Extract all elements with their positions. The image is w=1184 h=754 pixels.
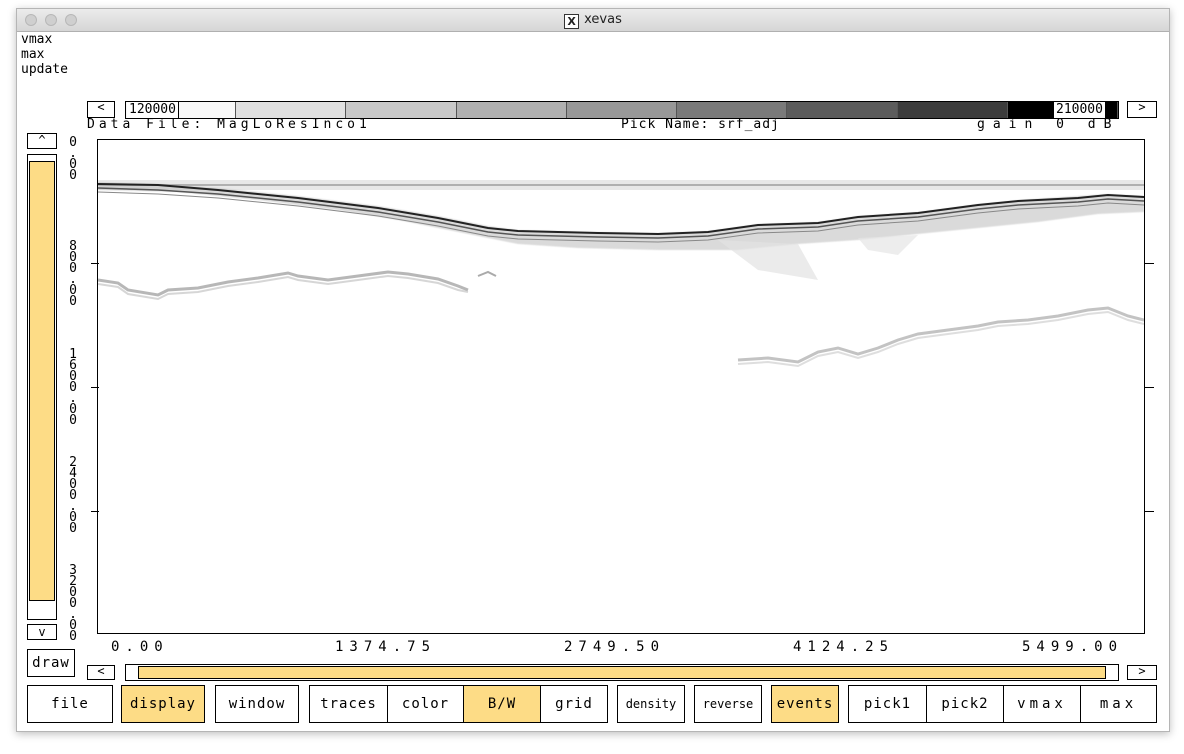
pick-group: pick1 pick2 vmax max bbox=[848, 685, 1157, 723]
y-tick-label: 0 . 0 0 bbox=[69, 135, 77, 183]
colorbar-step bbox=[566, 102, 678, 118]
vmax-button[interactable]: vmax bbox=[1004, 686, 1081, 722]
colorbar-step bbox=[456, 102, 567, 118]
pick-name-label: Pick Name: srf_adj bbox=[621, 117, 780, 132]
scroll-right-button[interactable]: > bbox=[1127, 665, 1157, 680]
x-tick-label: 1374.75 bbox=[335, 639, 437, 655]
xevas-window: Xxevas vmax max update < 120000 210000 >… bbox=[16, 8, 1170, 732]
title-bar: Xxevas bbox=[17, 9, 1169, 32]
window-title-area: Xxevas bbox=[17, 12, 1169, 29]
x11-icon: X bbox=[564, 14, 580, 29]
file-button[interactable]: file bbox=[27, 685, 113, 723]
colorbar-min-label: 120000 bbox=[127, 102, 179, 118]
colorbar-step bbox=[236, 102, 347, 118]
horizontal-scroll-thumb[interactable] bbox=[138, 666, 1106, 679]
x-tick-label: 2749.50 bbox=[564, 639, 666, 655]
colorbar-step bbox=[897, 102, 1008, 118]
y-tick-label: 8 0 0 . 0 0 bbox=[69, 239, 77, 309]
traces-button[interactable]: traces bbox=[310, 686, 388, 722]
color-mode-group: traces color B/W bbox=[309, 685, 541, 723]
vertical-scrollbar[interactable] bbox=[27, 154, 57, 620]
y-tick-mark bbox=[1144, 387, 1154, 388]
x-tick-label: 0.00 bbox=[111, 639, 169, 655]
colorbar-step bbox=[677, 102, 788, 118]
colorbar-step bbox=[787, 102, 898, 118]
display-button[interactable]: display bbox=[121, 685, 205, 723]
message-line: max bbox=[21, 47, 45, 62]
pick1-button[interactable]: pick1 bbox=[849, 686, 927, 722]
colorbar-step bbox=[346, 102, 457, 118]
x-tick-label: 5499.00 bbox=[1022, 639, 1124, 655]
y-tick-label: 1 6 0 0 . 0 0 bbox=[69, 347, 77, 428]
density-button[interactable]: density bbox=[617, 685, 685, 723]
reverse-button[interactable]: reverse bbox=[694, 685, 762, 723]
x-tick-label: 4124.25 bbox=[793, 639, 895, 655]
scroll-down-button[interactable]: v bbox=[27, 624, 57, 640]
y-tick-mark bbox=[91, 387, 99, 388]
draw-button[interactable]: draw bbox=[27, 649, 75, 677]
bw-button[interactable]: B/W bbox=[464, 686, 540, 722]
horizontal-scrollbar[interactable] bbox=[125, 664, 1119, 681]
y-tick-mark bbox=[1144, 511, 1154, 512]
y-tick-label: 2 4 0 0 . 0 0 bbox=[69, 455, 77, 536]
color-button[interactable]: color bbox=[388, 686, 464, 722]
scroll-up-button[interactable]: ^ bbox=[27, 133, 57, 149]
radargram-plot[interactable] bbox=[91, 139, 1154, 634]
vertical-scroll-thumb[interactable] bbox=[29, 161, 55, 601]
y-tick-mark bbox=[91, 511, 99, 512]
colorbar-left-arrow[interactable]: < bbox=[87, 101, 115, 118]
grid-button[interactable]: grid bbox=[540, 685, 608, 723]
gain-label: gain 0 dB bbox=[977, 117, 1120, 132]
y-tick-mark bbox=[91, 263, 99, 264]
y-tick-label: 3 2 0 0 . 0 0 bbox=[69, 563, 77, 644]
pick2-button[interactable]: pick2 bbox=[927, 686, 1004, 722]
message-line: vmax bbox=[21, 32, 53, 47]
colorbar-max-label: 210000 bbox=[1053, 102, 1105, 118]
max-button[interactable]: max bbox=[1081, 686, 1156, 722]
message-line: update bbox=[21, 62, 68, 77]
colorbar-right-arrow[interactable]: > bbox=[1127, 101, 1157, 118]
events-button[interactable]: events bbox=[771, 685, 839, 723]
radargram-image bbox=[98, 180, 1144, 368]
window-title: xevas bbox=[584, 12, 622, 27]
y-tick-mark bbox=[1144, 263, 1154, 264]
scroll-left-button[interactable]: < bbox=[87, 665, 115, 680]
window-button[interactable]: window bbox=[215, 685, 299, 723]
data-file-label: Data File: MagLoResInco1 bbox=[87, 117, 371, 132]
